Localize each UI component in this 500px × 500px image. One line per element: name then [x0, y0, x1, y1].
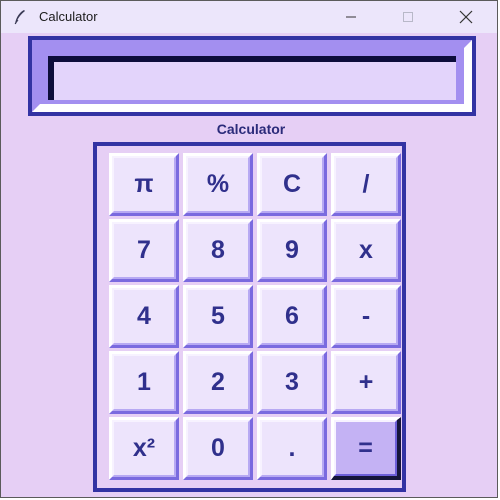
calculator-label: Calculator [216, 121, 286, 137]
maximize-button[interactable] [385, 1, 431, 33]
display-entry[interactable] [48, 56, 456, 100]
key-clear[interactable]: C [257, 153, 327, 216]
window-title: Calculator [39, 9, 98, 24]
key-3[interactable]: 3 [257, 351, 327, 414]
key-2[interactable]: 2 [183, 351, 253, 414]
title-bar[interactable]: Calculator [1, 1, 497, 33]
key-divide[interactable]: / [331, 153, 401, 216]
key-add[interactable]: + [331, 351, 401, 414]
key-9[interactable]: 9 [257, 219, 327, 282]
minimize-button[interactable] [328, 1, 374, 33]
display-bevel [32, 40, 472, 112]
key-8[interactable]: 8 [183, 219, 253, 282]
calculator-window: Calculator Calculator π % C / 7 8 9 x 4 … [0, 0, 498, 498]
key-4[interactable]: 4 [109, 285, 179, 348]
key-decimal[interactable]: . [257, 417, 327, 480]
key-1[interactable]: 1 [109, 351, 179, 414]
key-6[interactable]: 6 [257, 285, 327, 348]
key-7[interactable]: 7 [109, 219, 179, 282]
key-percent[interactable]: % [183, 153, 253, 216]
feather-icon [14, 10, 25, 25]
key-multiply[interactable]: x [331, 219, 401, 282]
key-pi[interactable]: π [109, 153, 179, 216]
key-subtract[interactable]: - [331, 285, 401, 348]
key-5[interactable]: 5 [183, 285, 253, 348]
keypad: π % C / 7 8 9 x 4 5 6 - 1 2 3 + x² 0 . = [93, 142, 406, 492]
key-0[interactable]: 0 [183, 417, 253, 480]
key-equals[interactable]: = [331, 417, 401, 480]
close-icon [459, 10, 473, 24]
maximize-icon [403, 12, 413, 22]
close-button[interactable] [443, 1, 489, 33]
display-frame [28, 36, 476, 116]
key-square[interactable]: x² [109, 417, 179, 480]
minimize-icon [346, 16, 356, 18]
